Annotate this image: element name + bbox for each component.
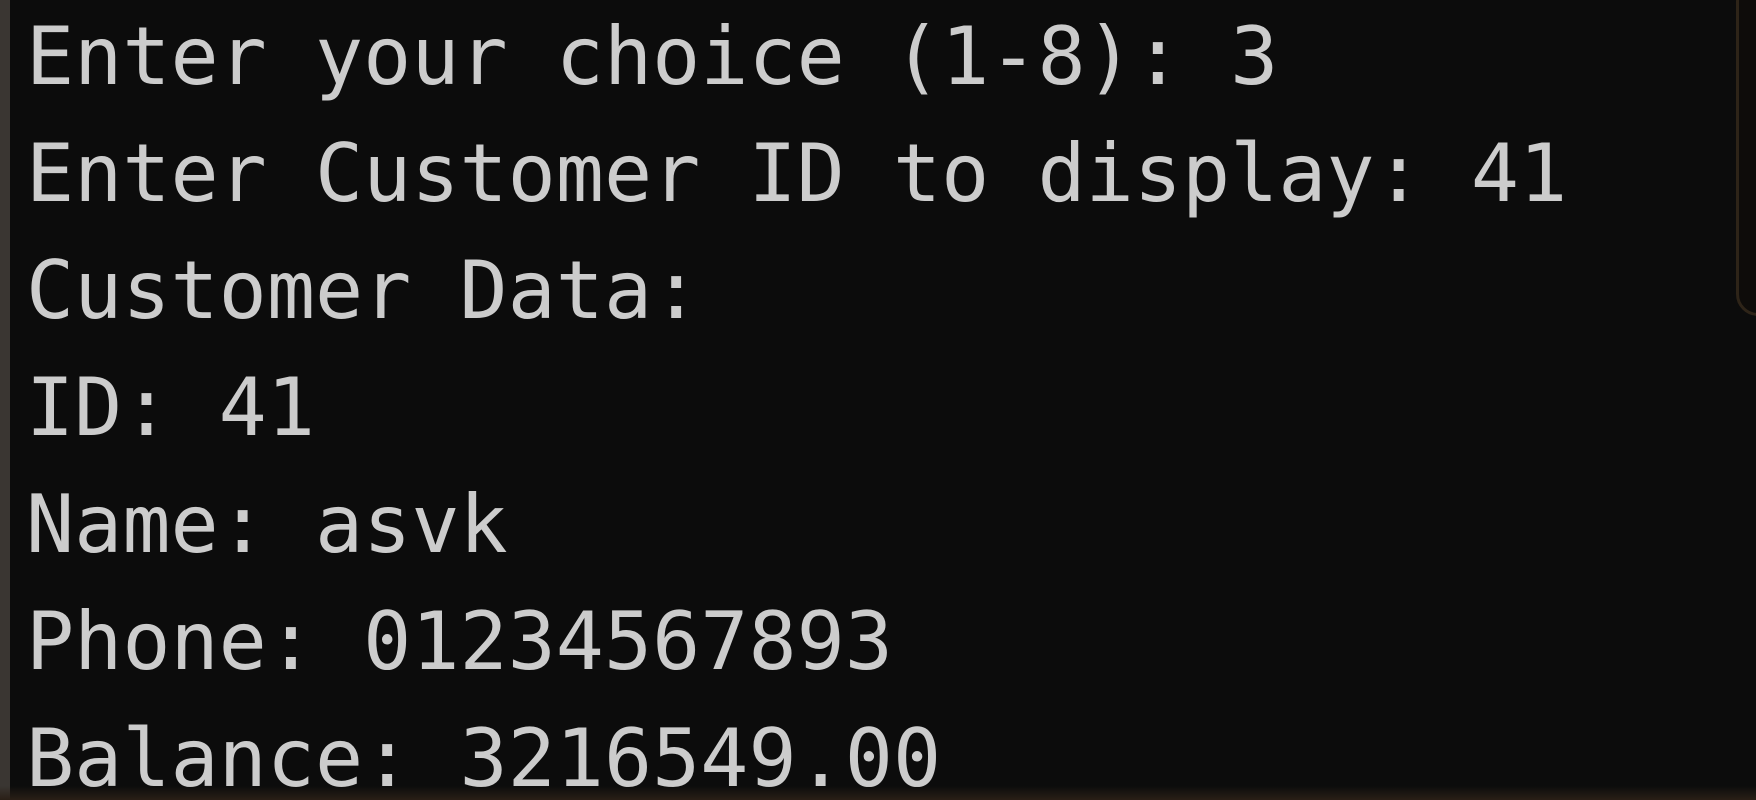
console-line-id: ID: 41 xyxy=(26,361,315,454)
console-line-customer-id-prompt: Enter Customer ID to display: 41 xyxy=(26,127,1568,220)
console-line-name: Name: asvk xyxy=(26,478,508,571)
window-left-border xyxy=(0,0,10,800)
console-line-customer-data-heading: Customer Data: xyxy=(26,244,701,337)
console-line-phone: Phone: 01234567893 xyxy=(26,595,893,688)
console-line-menu-choice: Enter your choice (1-8): 3 xyxy=(26,10,1279,103)
console-output[interactable]: Enter your choice (1-8): 3 Enter Custome… xyxy=(26,0,1746,800)
terminal-window: Enter your choice (1-8): 3 Enter Custome… xyxy=(0,0,1756,800)
bottom-edge-glow xyxy=(0,786,1756,800)
